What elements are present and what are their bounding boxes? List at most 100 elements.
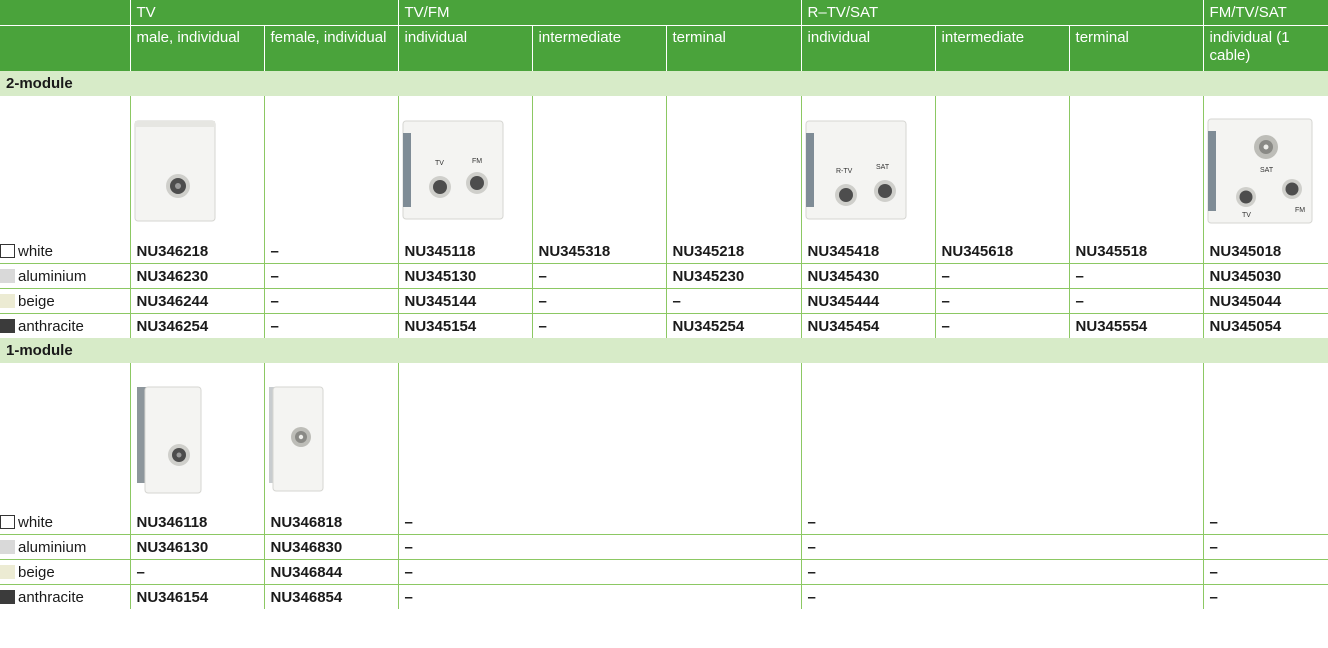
section-header-1-module: 1-module bbox=[0, 338, 1328, 363]
reference-code: NU345618 bbox=[934, 239, 1070, 264]
reference-code: NU345318 bbox=[531, 239, 667, 264]
image-cell-rtvsat-terminal bbox=[1068, 96, 1204, 239]
image-cell-fmtvsat-1m bbox=[1202, 363, 1328, 510]
header-empty bbox=[0, 0, 130, 26]
color-swatch-anthracite bbox=[0, 318, 15, 333]
table-row-1-module-white: white NU346118 NU346818 – – – bbox=[0, 510, 1328, 535]
table-row-2-module-beige: beige NU346244 – NU345144 – – NU345444 –… bbox=[0, 288, 1328, 314]
reference-code: – bbox=[263, 313, 399, 338]
reference-code: – bbox=[934, 313, 1070, 338]
reference-code: – bbox=[129, 559, 264, 585]
reference-code: – bbox=[800, 510, 1204, 535]
reference-code: NU346118 bbox=[129, 510, 264, 535]
reference-code: – bbox=[263, 239, 399, 264]
color-swatch-aluminium bbox=[0, 539, 15, 554]
image-cell-tv-male-1m bbox=[129, 363, 264, 510]
image-cell-tv-female-1m bbox=[263, 363, 399, 510]
reference-code: – bbox=[1068, 288, 1204, 314]
subhead-empty bbox=[0, 25, 130, 71]
reference-code: NU345454 bbox=[800, 313, 936, 338]
color-swatch-aluminium bbox=[0, 268, 15, 283]
table-row-2-module-white: white NU346218 – NU345118 NU345318 NU345… bbox=[0, 239, 1328, 264]
finish-label: aluminium bbox=[0, 534, 130, 560]
image-cell-tvfm: TV FM bbox=[397, 96, 533, 239]
socket-label-tv: TV bbox=[1242, 212, 1251, 219]
reference-code: – bbox=[1202, 534, 1328, 560]
reference-code: NU346244 bbox=[129, 288, 264, 314]
reference-code: NU345018 bbox=[1202, 239, 1328, 264]
finish-label: white bbox=[0, 510, 130, 535]
subhead-fmtv-individual: individual (1 cable) bbox=[1202, 25, 1328, 71]
section-header-2-module: 2-module bbox=[0, 71, 1328, 96]
socket-label-tv: TV bbox=[435, 160, 444, 167]
finish-label: aluminium bbox=[0, 263, 130, 289]
reference-code: – bbox=[800, 559, 1204, 585]
color-swatch-white bbox=[0, 514, 15, 529]
reference-code: – bbox=[531, 263, 667, 289]
table-row-1-module-aluminium: aluminium NU346130 NU346830 – – – bbox=[0, 534, 1328, 560]
reference-code: – bbox=[397, 510, 802, 535]
image-row-1-module bbox=[0, 363, 1328, 510]
reference-code: – bbox=[263, 288, 399, 314]
reference-code: NU345030 bbox=[1202, 263, 1328, 289]
reference-code: NU346830 bbox=[263, 534, 399, 560]
header-group-fmtvsat: FM/TV/SAT bbox=[1202, 0, 1328, 26]
sat-socket-1-module-image bbox=[268, 386, 323, 491]
finish-label: beige bbox=[0, 288, 130, 314]
reference-code: NU346218 bbox=[129, 239, 264, 264]
image-cell-tvfm-terminal bbox=[665, 96, 802, 239]
tv-socket-1-module-image bbox=[136, 386, 201, 493]
reference-code: NU345144 bbox=[397, 288, 533, 314]
color-swatch-anthracite bbox=[0, 589, 15, 604]
reference-code: – bbox=[800, 584, 1204, 609]
socket-label-rtv: R-TV bbox=[836, 168, 853, 175]
socket-label-fm: FM bbox=[1295, 207, 1305, 214]
subhead-tvfm-intermediate: intermediate bbox=[531, 25, 667, 71]
table-row-2-module-aluminium: aluminium NU346230 – NU345130 – NU345230… bbox=[0, 263, 1328, 289]
image-cell-tv-male bbox=[129, 96, 264, 239]
reference-code: NU345218 bbox=[665, 239, 802, 264]
subhead-rtv-individual: individual bbox=[800, 25, 936, 71]
reference-code: – bbox=[1202, 510, 1328, 535]
reference-code: NU345430 bbox=[800, 263, 936, 289]
reference-code: NU346818 bbox=[263, 510, 399, 535]
reference-code: – bbox=[800, 534, 1204, 560]
reference-code: – bbox=[531, 313, 667, 338]
reference-code: – bbox=[397, 559, 802, 585]
reference-code: – bbox=[1202, 559, 1328, 585]
finish-label: white bbox=[0, 239, 130, 264]
table-row-1-module-anthracite: anthracite NU346154 NU346854 – – – bbox=[0, 584, 1328, 610]
image-cell-fmtvsat: SAT TV FM bbox=[1202, 96, 1328, 239]
section-title: 2-module bbox=[0, 71, 1328, 96]
image-cell-tv-female bbox=[263, 96, 399, 239]
image-cell-empty bbox=[0, 363, 130, 510]
table-row-1-module-beige: beige – NU346844 – – – bbox=[0, 559, 1328, 585]
header-row-groups: TV TV/FM R–TV/SAT FM/TV/SAT bbox=[0, 0, 1328, 26]
subhead-rtv-terminal: terminal bbox=[1068, 25, 1204, 71]
reference-code: – bbox=[263, 263, 399, 289]
finish-label: anthracite bbox=[0, 585, 130, 610]
header-group-tvfm: TV/FM bbox=[397, 0, 802, 26]
reference-code: NU345118 bbox=[397, 239, 533, 264]
reference-code: – bbox=[934, 263, 1070, 289]
tvfm-socket-image: TV FM bbox=[402, 120, 504, 219]
color-swatch-beige bbox=[0, 564, 15, 579]
subhead-tv-female: female, individual bbox=[263, 25, 399, 71]
image-cell-rtvsat-1m bbox=[800, 363, 1204, 510]
subhead-tvfm-individual: individual bbox=[397, 25, 533, 71]
reference-code: NU345254 bbox=[665, 313, 802, 338]
header-group-rtvsat: R–TV/SAT bbox=[800, 0, 1204, 26]
image-cell-rtvsat: R-TV SAT bbox=[800, 96, 936, 239]
image-cell-tvfm-intermediate bbox=[531, 96, 667, 239]
reference-code: NU345418 bbox=[800, 239, 936, 264]
product-table: TV TV/FM R–TV/SAT FM/TV/SAT male, indivi… bbox=[0, 0, 1328, 609]
subhead-tv-male: male, individual bbox=[129, 25, 264, 71]
finish-label: beige bbox=[0, 559, 130, 585]
reference-code: NU345554 bbox=[1068, 313, 1204, 338]
reference-code: NU345044 bbox=[1202, 288, 1328, 314]
image-cell-empty bbox=[0, 96, 130, 239]
color-swatch-beige bbox=[0, 293, 15, 308]
reference-code: NU345230 bbox=[665, 263, 802, 289]
reference-code: NU346154 bbox=[129, 584, 264, 609]
reference-code: NU346230 bbox=[129, 263, 264, 289]
